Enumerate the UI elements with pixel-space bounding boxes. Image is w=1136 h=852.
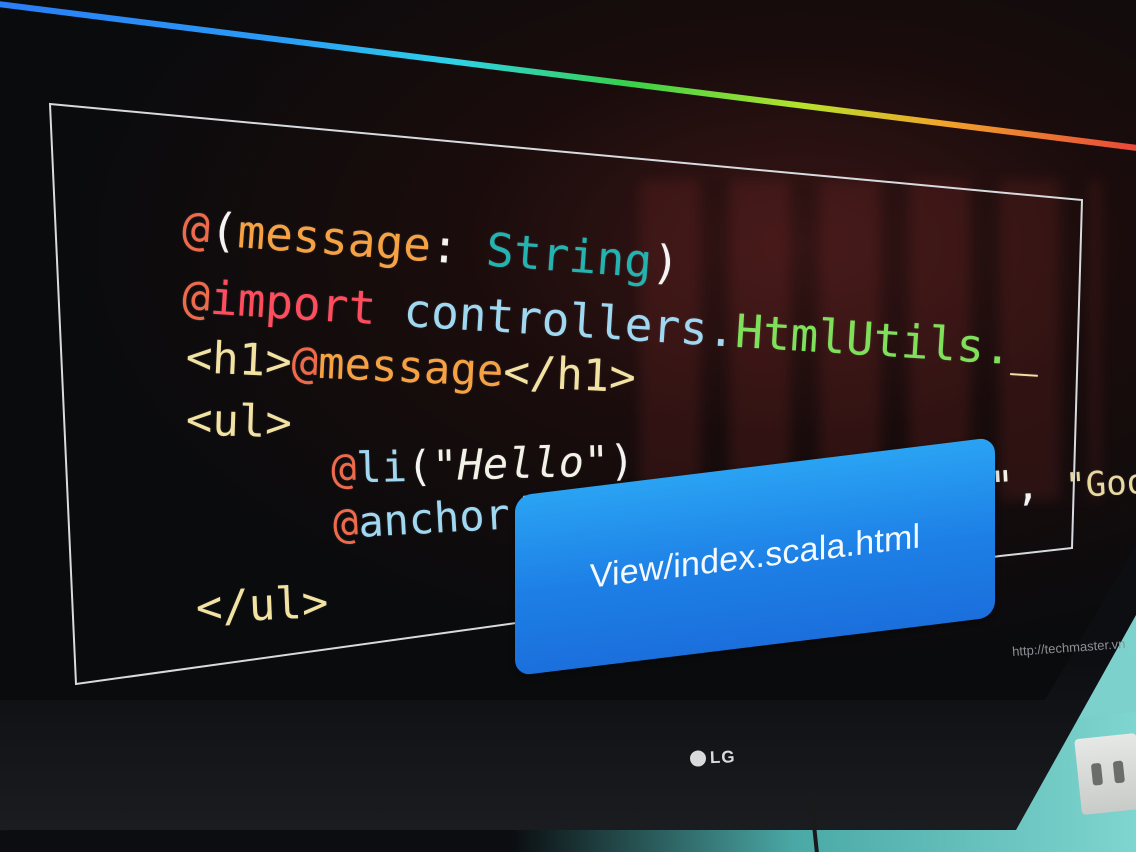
brand-logo: LG xyxy=(689,747,736,769)
outlet-hole-right xyxy=(1112,760,1125,784)
outlet-hole-left xyxy=(1090,762,1104,786)
at-sign: @ xyxy=(290,336,320,389)
message-var: message xyxy=(317,337,505,398)
ul-close-tag: </ul> xyxy=(194,577,330,634)
lg-logo-icon xyxy=(689,750,707,767)
at-sign: @ xyxy=(331,497,360,549)
google-string: "Google" xyxy=(1064,457,1136,507)
anchor-func: anchor xyxy=(356,489,512,547)
wall-outlet xyxy=(1074,732,1136,816)
code-line-7: </ul> xyxy=(87,526,332,689)
brand-name: LG xyxy=(709,747,736,768)
wildcard: _ xyxy=(1010,321,1042,377)
photo-scene: @(message: String) @import controllers.H… xyxy=(0,0,1136,852)
class-name: HtmlUtils. xyxy=(733,303,1014,376)
comma: , xyxy=(1013,458,1067,511)
